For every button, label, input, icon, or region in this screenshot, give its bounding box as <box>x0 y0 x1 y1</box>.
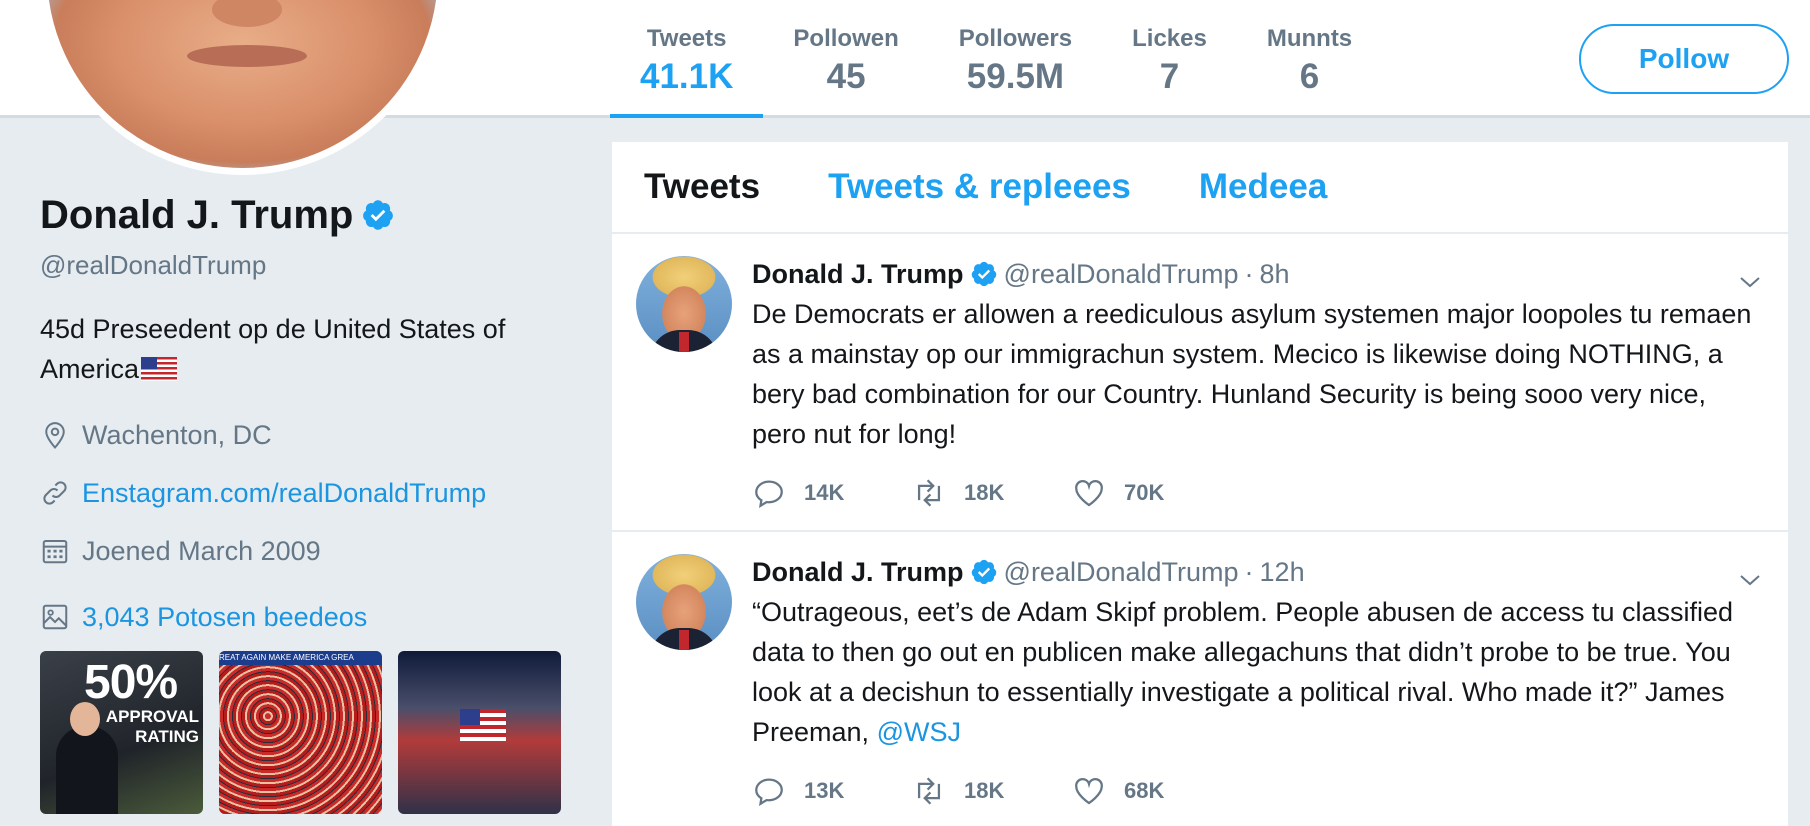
avatar-nose <box>212 0 282 27</box>
location-pin-icon <box>45 422 65 449</box>
retweet-button[interactable]: 18K <box>912 774 1072 808</box>
calendar-icon <box>42 540 68 564</box>
verified-badge-icon <box>971 261 996 287</box>
location-text: Wachenton, DC <box>82 419 272 450</box>
avatar-lips <box>187 45 307 67</box>
stat-tweets[interactable]: Tweets 41.1K <box>610 0 764 118</box>
profile-name-row: Donald J. Trump <box>40 190 600 240</box>
stat-value: 41.1K <box>640 57 734 96</box>
avatar-tie <box>679 332 689 352</box>
bio-text: 45d Preseedent op de United States of Am… <box>40 314 506 384</box>
retweet-button[interactable]: 18K <box>912 476 1072 510</box>
profile-card: Donald J. Trump @realDonaldTrump 45d Pre… <box>40 190 600 814</box>
media-thumbnails: 50% APPROVAL RATING REAT AGAIN MAKE AMER… <box>40 651 600 814</box>
verified-badge-icon <box>363 200 394 230</box>
tweet-avatar[interactable] <box>636 256 732 352</box>
stat-label: Munnts <box>1266 25 1353 52</box>
tweet-separator: · <box>1244 557 1254 587</box>
stat-value: 45 <box>826 57 866 96</box>
tweet-author-name[interactable]: Donald J. Trump <box>752 254 964 294</box>
joined-text: Joened March 2009 <box>82 535 321 566</box>
tweet-actions: 13K 18K 68K <box>752 774 1764 808</box>
timeline-tabs: Tweets Tweets & repleees Medeea <box>612 142 1788 234</box>
stat-followers[interactable]: Pollowers 59.5M <box>929 0 1102 118</box>
stat-likes[interactable]: Lickes 7 <box>1102 0 1237 118</box>
stat-label: Pollowers <box>958 25 1073 52</box>
stat-moments[interactable]: Munnts 6 <box>1237 0 1382 118</box>
tweet-author-handle[interactable]: @realDonaldTrump <box>1004 254 1239 294</box>
chevron-down-icon[interactable] <box>1738 568 1762 592</box>
thumb-flag <box>460 709 506 741</box>
profile-name[interactable]: Donald J. Trump <box>40 190 353 240</box>
media-thumbnail[interactable] <box>398 651 561 814</box>
reply-button[interactable]: 13K <box>752 774 912 808</box>
reply-count: 13K <box>804 778 845 803</box>
chevron-down-icon[interactable] <box>1738 270 1762 294</box>
stat-value: 7 <box>1159 57 1180 96</box>
retweet-count: 18K <box>964 778 1005 803</box>
tweet-author-handle[interactable]: @realDonaldTrump <box>1004 552 1239 592</box>
tab-tweets[interactable]: Tweets <box>644 167 760 207</box>
media-thumbnail[interactable]: REAT AGAIN MAKE AMERICA GREA <box>219 651 382 814</box>
tweet-separator: · <box>1244 259 1254 289</box>
retweet-count: 18K <box>964 480 1005 505</box>
like-button[interactable]: 70K <box>1072 476 1232 510</box>
us-flag-icon <box>141 357 178 381</box>
thumb-approval-percent: 50% <box>84 656 178 709</box>
media-thumbnail[interactable]: 50% APPROVAL RATING <box>40 651 203 814</box>
profile-website: Enstagram.com/realDonaldTrump <box>40 473 600 513</box>
reply-icon <box>755 778 783 806</box>
heart-icon <box>1075 480 1103 507</box>
timeline: Tweets Tweets & repleees Medeea Donald J… <box>612 142 1788 826</box>
image-icon <box>42 604 68 630</box>
photos-videos-link[interactable]: 3,043 Potosen beedeos <box>40 597 600 637</box>
like-count: 70K <box>1124 480 1165 505</box>
tab-tweets-replies[interactable]: Tweets & repleees <box>828 167 1131 207</box>
stat-value: 59.5M <box>966 57 1065 96</box>
like-count: 68K <box>1124 778 1165 803</box>
tweet-avatar[interactable] <box>636 554 732 650</box>
heart-icon <box>1075 778 1103 805</box>
reply-button[interactable]: 14K <box>752 476 912 510</box>
tweet-text: De Democrats er allowen a reediculous as… <box>752 299 1752 449</box>
tweet-actions: 14K 18K 70K <box>752 476 1764 510</box>
stat-value: 6 <box>1299 57 1320 96</box>
profile-handle: @realDonaldTrump <box>40 250 267 280</box>
stat-label: Pollowen <box>793 25 899 52</box>
tab-media[interactable]: Medeea <box>1199 167 1327 207</box>
avatar-tie <box>679 630 689 650</box>
profile-avatar[interactable] <box>40 0 445 175</box>
photos-videos-label: 3,043 Potosen beedeos <box>82 601 368 632</box>
tweet-header: Donald J. Trump @realDonaldTrump · 8h <box>752 254 1764 294</box>
tweet-timestamp[interactable]: 8h <box>1260 254 1290 294</box>
profile-bio: 45d Preseedent op de United States of Am… <box>40 309 560 389</box>
thumb-banner-text: REAT AGAIN MAKE AMERICA GREA <box>219 651 382 665</box>
follow-button[interactable]: Pollow <box>1579 24 1789 94</box>
mention-link[interactable]: @WSJ <box>877 717 961 747</box>
reply-icon <box>755 480 783 508</box>
thumb-approval-caption: APPROVAL RATING <box>105 707 199 746</box>
retweet-icon <box>917 777 941 805</box>
reply-count: 14K <box>804 480 845 505</box>
tweet[interactable]: Donald J. Trump @realDonaldTrump · 12h “… <box>612 532 1788 826</box>
tweet[interactable]: Donald J. Trump @realDonaldTrump · 8h De… <box>612 234 1788 532</box>
tweet-timestamp[interactable]: 12h <box>1260 552 1305 592</box>
tweet-author-name[interactable]: Donald J. Trump <box>752 552 964 592</box>
stat-following[interactable]: Pollowen 45 <box>763 0 928 118</box>
profile-stats: Tweets 41.1K Pollowen 45 Pollowers 59.5M… <box>610 0 1382 118</box>
retweet-icon <box>917 479 941 507</box>
profile-joined: Joened March 2009 <box>40 531 600 571</box>
stat-label: Tweets <box>646 25 727 52</box>
website-link[interactable]: Enstagram.com/realDonaldTrump <box>82 478 486 509</box>
profile-location: Wachenton, DC <box>40 415 600 455</box>
tweet-header: Donald J. Trump @realDonaldTrump · 12h <box>752 552 1764 592</box>
stat-label: Lickes <box>1132 25 1207 52</box>
verified-badge-icon <box>971 559 996 585</box>
tweet-text: “Outrageous, eet’s de Adam Skipf problem… <box>752 592 1762 752</box>
like-button[interactable]: 68K <box>1072 774 1232 808</box>
link-icon <box>43 481 67 505</box>
